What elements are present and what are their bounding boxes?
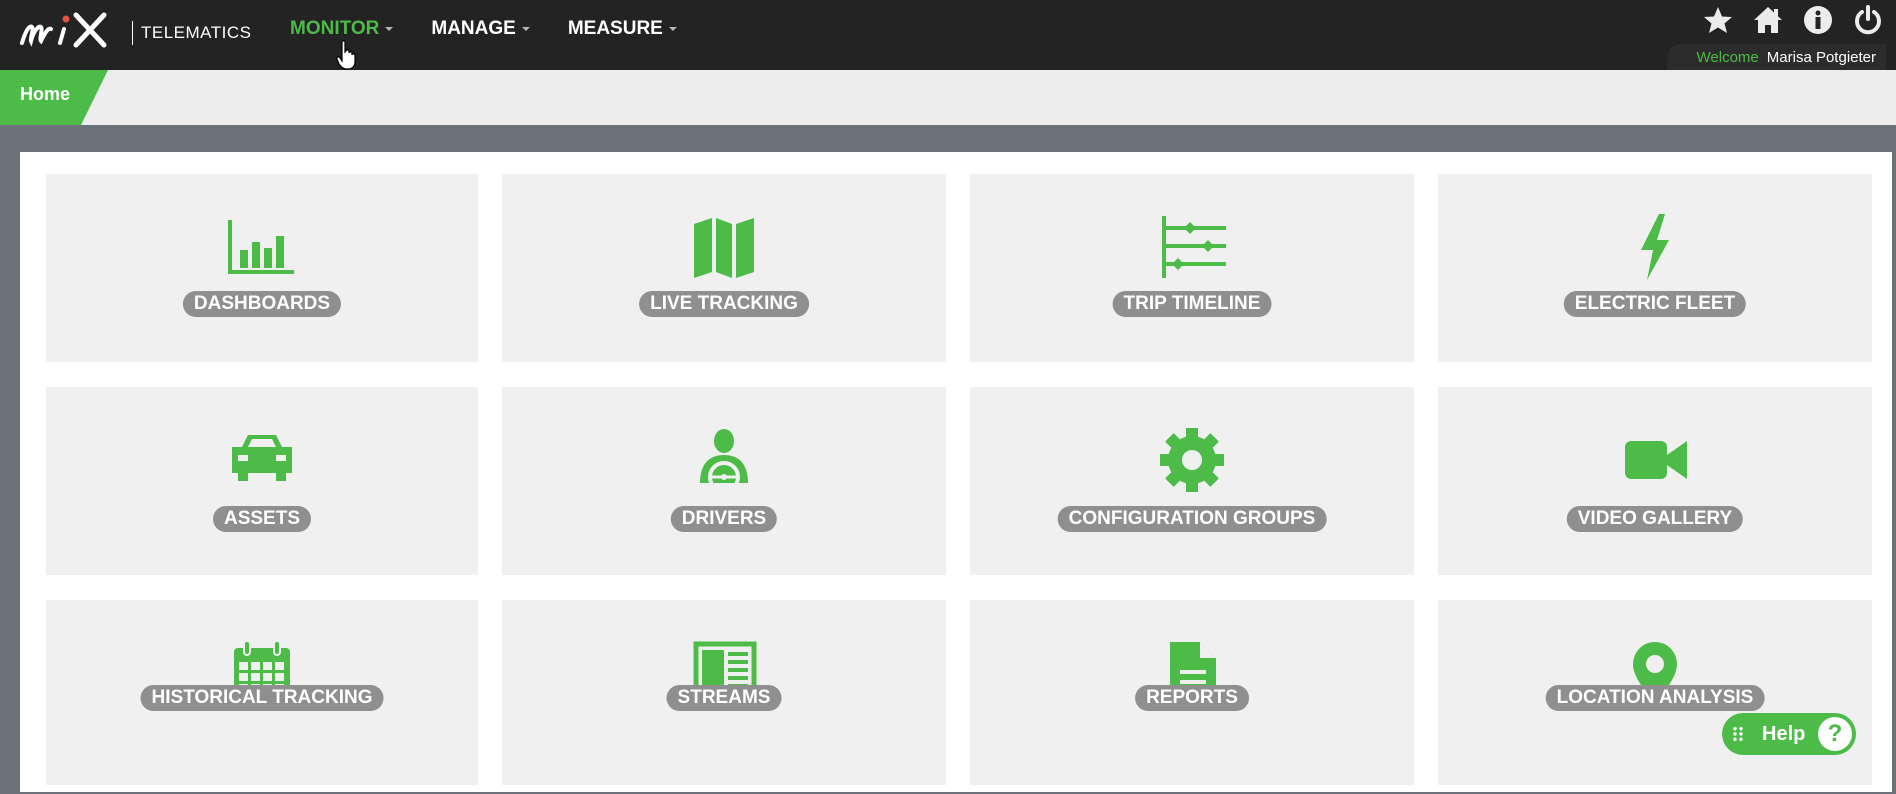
tile-label: TRIP TIMELINE [1112, 291, 1272, 317]
tile-label: ASSETS [212, 506, 312, 532]
tile-reports[interactable]: REPORTS [970, 600, 1414, 785]
tile-label: CONFIGURATION GROUPS [1057, 506, 1327, 532]
top-bar: TELEMATICS MONITOR MANAGE MEASURE Welcom… [0, 0, 1896, 70]
tile-assets[interactable]: ASSETS [46, 387, 478, 575]
tile-dashboards[interactable]: DASHBOARDS [46, 174, 478, 362]
top-icons [1702, 4, 1884, 36]
tile-label: HISTORICAL TRACKING [140, 685, 384, 711]
nav-manage[interactable]: MANAGE [431, 18, 530, 40]
tile-location-analysis[interactable]: LOCATION ANALYSIS [1438, 600, 1872, 785]
hand-cursor-icon [336, 40, 356, 70]
chevron-down-icon [385, 27, 394, 31]
chevron-down-icon [521, 27, 530, 31]
tile-video-gallery[interactable]: VIDEO GALLERY [1438, 387, 1872, 575]
tile-label: STREAMS [666, 685, 782, 711]
tile-historical-tracking[interactable]: HISTORICAL TRACKING [46, 600, 478, 785]
user-name[interactable]: Marisa Potgieter [1767, 49, 1876, 66]
tile-label: LOCATION ANALYSIS [1545, 685, 1765, 711]
timeline-icon [1162, 216, 1226, 278]
content-area: DASHBOARDS LIVE TRACKING TRIP TIMELINE E… [0, 125, 1896, 794]
power-icon[interactable] [1852, 4, 1884, 36]
nav-monitor-label: MONITOR [290, 18, 380, 39]
logo-product-text: TELEMATICS [141, 23, 252, 42]
tile-label: DRIVERS [670, 506, 778, 532]
tile-label: VIDEO GALLERY [1566, 506, 1744, 532]
help-button[interactable]: Help ? [1722, 713, 1856, 755]
nav-manage-label: MANAGE [431, 18, 516, 39]
tile-label: REPORTS [1135, 685, 1249, 711]
driver-icon [700, 429, 748, 493]
tile-trip-timeline[interactable]: TRIP TIMELINE [970, 174, 1414, 362]
tile-label: ELECTRIC FLEET [1563, 291, 1747, 317]
nav-measure[interactable]: MEASURE [568, 18, 677, 40]
welcome-user: Welcome Marisa Potgieter [1666, 44, 1886, 70]
nav-measure-label: MEASURE [567, 18, 663, 39]
nav-monitor[interactable]: MONITOR [290, 18, 394, 40]
tile-configuration-groups[interactable]: CONFIGURATION GROUPS [970, 387, 1414, 575]
lightning-bolt-icon [1641, 214, 1669, 280]
mix-logo-icon [20, 12, 107, 48]
info-icon[interactable] [1802, 4, 1834, 36]
map-icon [694, 218, 754, 278]
tile-live-tracking[interactable]: LIVE TRACKING [502, 174, 946, 362]
tile-streams[interactable]: STREAMS [502, 600, 946, 785]
star-icon[interactable] [1702, 4, 1734, 36]
drag-handle-icon[interactable] [1732, 726, 1744, 742]
welcome-label: Welcome [1696, 48, 1759, 66]
logo-mark [18, 5, 118, 61]
breadcrumb-home[interactable]: Home [0, 70, 108, 125]
tiles-panel: DASHBOARDS LIVE TRACKING TRIP TIMELINE E… [20, 152, 1892, 792]
bar-chart-icon [228, 220, 294, 274]
tile-electric-fleet[interactable]: ELECTRIC FLEET [1438, 174, 1872, 362]
breadcrumb: Home [0, 70, 1896, 125]
car-icon [232, 435, 292, 481]
tile-label: LIVE TRACKING [639, 291, 809, 317]
mix-telematics-logo[interactable]: TELEMATICS [18, 8, 251, 58]
home-icon[interactable] [1752, 4, 1784, 36]
chevron-down-icon [668, 27, 677, 31]
video-camera-icon [1625, 441, 1687, 479]
question-icon: ? [1818, 717, 1852, 751]
tile-label: DASHBOARDS [182, 291, 342, 317]
logo-divider [132, 21, 133, 45]
tile-drivers[interactable]: DRIVERS [502, 387, 946, 575]
help-label: Help [1762, 722, 1806, 745]
gear-icon [1160, 428, 1224, 492]
